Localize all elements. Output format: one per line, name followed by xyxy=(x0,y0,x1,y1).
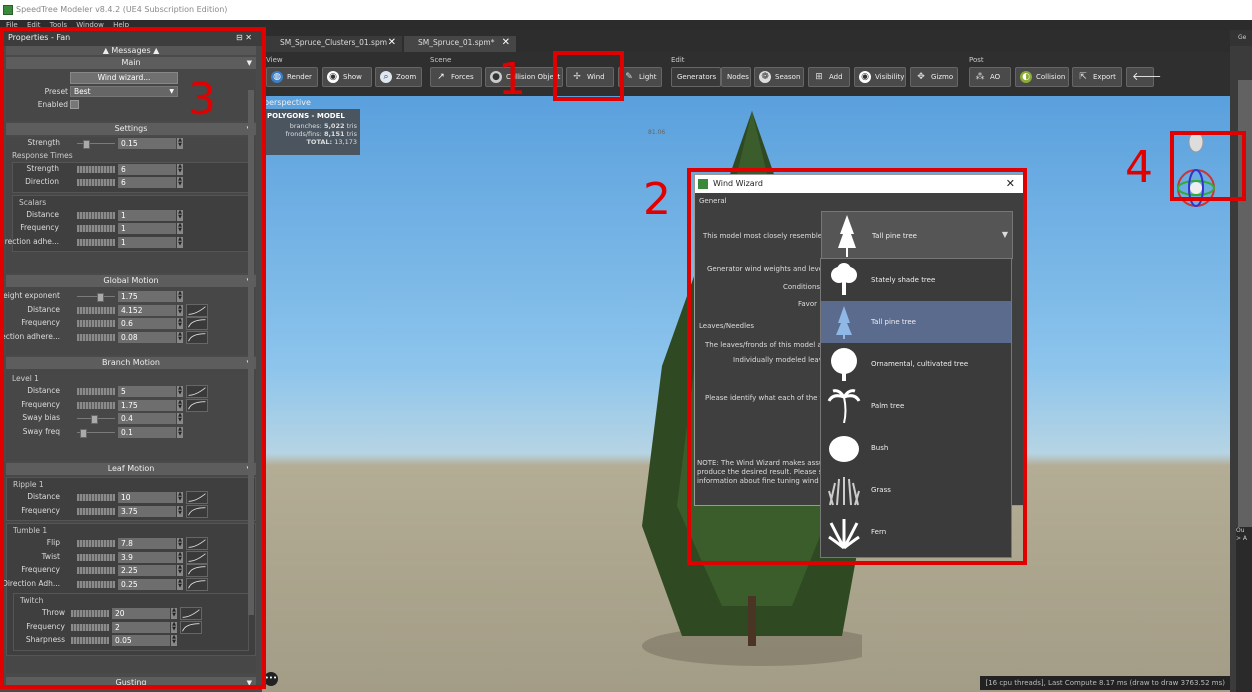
output-log: Ou > A xyxy=(1236,527,1252,692)
generators-panel: Ge Ou > A xyxy=(1230,30,1252,692)
more-options-icon[interactable]: ••• xyxy=(264,672,278,686)
document-tabs: SM_Spruce_Clusters_01.spm ✕ SM_Spruce_01.… xyxy=(262,30,1230,52)
total-stat: TOTAL: 13,173 xyxy=(267,138,358,146)
speedtree-app-icon xyxy=(3,5,13,15)
annotation-number-1: 1 xyxy=(498,54,526,105)
globe-icon: ◍ xyxy=(271,71,283,83)
edit-group-label: Edit xyxy=(671,56,685,64)
tab-label: SM_Spruce_Clusters_01.spm xyxy=(280,38,388,47)
annotation-number-3: 3 xyxy=(188,74,216,125)
generators-label: Generators xyxy=(677,73,717,81)
season-label: Season xyxy=(775,73,801,81)
collision-icon: ◐ xyxy=(1020,71,1032,83)
branches-stat: branches: 5,022 tris xyxy=(267,122,357,130)
close-icon[interactable]: ✕ xyxy=(388,36,396,50)
ribbon-toolbar: View ◍ Render ◉ Show ⌕ Zoom Scene ↗ Forces ●… xyxy=(262,52,1230,96)
window-title: SpeedTree Modeler v8.4.2 (UE4 Subscripti… xyxy=(16,5,228,14)
forces-button[interactable]: ↗ Forces xyxy=(430,67,482,87)
tab-label: SM_Spruce_01.spm* xyxy=(418,38,495,47)
forces-label: Forces xyxy=(451,73,474,81)
nodes-label: Nodes xyxy=(727,73,749,81)
render-label: Render xyxy=(287,73,312,81)
gizmo-label: Gizmo xyxy=(931,73,954,81)
output-log-title: Ou xyxy=(1236,527,1245,534)
view-group-label: View xyxy=(266,56,283,64)
fronds-unit: tris xyxy=(346,130,357,138)
close-icon[interactable]: ✕ xyxy=(502,36,510,50)
branches-label: branches: xyxy=(289,122,322,130)
polygon-stats-header: POLYGONS - MODEL xyxy=(267,112,345,120)
nodes-button[interactable]: Nodes xyxy=(721,67,751,87)
export-icon: ⇱ xyxy=(1079,72,1087,82)
render-button[interactable]: ◍ Render xyxy=(266,67,318,87)
ao-label: AO xyxy=(990,73,1001,81)
ao-icon: ⁂ xyxy=(975,72,985,82)
ao-button[interactable]: ⁂ AO xyxy=(969,67,1011,87)
total-value: 13,173 xyxy=(334,138,357,146)
window-titlebar: SpeedTree Modeler v8.4.2 (UE4 Subscripti… xyxy=(0,0,1252,20)
light-label: Light xyxy=(639,73,657,81)
visibility-button[interactable]: ◉ Visibility xyxy=(854,67,906,87)
magnifier-icon: ⌕ xyxy=(380,71,392,83)
post-group-label: Post xyxy=(969,56,984,64)
show-button[interactable]: ◉ Show xyxy=(322,67,372,87)
annotation-number-2: 2 xyxy=(643,174,671,225)
post-collision-label: Collision xyxy=(1036,73,1066,81)
polygon-stats: POLYGONS - MODEL branches: 5,022 tris fr… xyxy=(264,109,360,155)
eye-icon: ◉ xyxy=(327,71,339,83)
output-log-line: > A xyxy=(1236,535,1248,542)
viewport-mode-label: perspective xyxy=(264,98,311,107)
back-arrow-button[interactable]: 🡐 xyxy=(1126,67,1162,87)
eye-icon: ◉ xyxy=(859,71,871,83)
visibility-label: Visibility xyxy=(875,73,905,81)
fronds-stat: fronds/fins: 8,151 tris xyxy=(267,130,357,138)
add-button[interactable]: ⊞ Add xyxy=(808,67,850,87)
fronds-value: 8,151 xyxy=(323,130,345,138)
gizmo-button[interactable]: ✥ Gizmo xyxy=(910,67,958,87)
generators-panel-title: Ge xyxy=(1230,30,1252,46)
annotation-box-wind-button xyxy=(553,51,624,101)
season-button[interactable]: ❁ Season xyxy=(754,67,804,87)
forces-icon: ↗ xyxy=(437,72,445,82)
tab-spruce-01[interactable]: SM_Spruce_01.spm* ✕ xyxy=(404,36,516,52)
export-label: Export xyxy=(1093,73,1116,81)
annotation-box-wind-gizmo xyxy=(1170,131,1246,201)
generators-button[interactable]: Generators xyxy=(671,67,721,87)
light-icon: ✎ xyxy=(625,72,633,82)
branches-value: 5,022 xyxy=(323,122,345,130)
branches-unit: tris xyxy=(346,122,357,130)
left-arrow-icon: 🡐 xyxy=(1132,70,1162,83)
post-collision-button[interactable]: ◐ Collision xyxy=(1015,67,1069,87)
scene-group-label: Scene xyxy=(430,56,452,64)
show-label: Show xyxy=(343,73,362,81)
annotation-box-wind-wizard xyxy=(687,168,1027,565)
annotation-number-4: 4 xyxy=(1125,142,1153,193)
gizmo-icon: ✥ xyxy=(917,72,925,82)
annotation-box-properties xyxy=(0,27,266,689)
tab-spruce-clusters[interactable]: SM_Spruce_Clusters_01.spm ✕ xyxy=(266,36,402,52)
add-icon: ⊞ xyxy=(815,72,823,82)
compute-status: [16 cpu threads], Last Compute 8.17 ms (… xyxy=(980,676,1230,690)
total-label: TOTAL: xyxy=(306,138,333,146)
add-label: Add xyxy=(829,73,843,81)
export-button[interactable]: ⇱ Export xyxy=(1072,67,1122,87)
light-button[interactable]: ✎ Light xyxy=(618,67,662,87)
zoom-button[interactable]: ⌕ Zoom xyxy=(375,67,422,87)
zoom-label: Zoom xyxy=(396,73,417,81)
fronds-label: fronds/fins: xyxy=(285,130,322,138)
season-icon: ❁ xyxy=(759,71,771,83)
